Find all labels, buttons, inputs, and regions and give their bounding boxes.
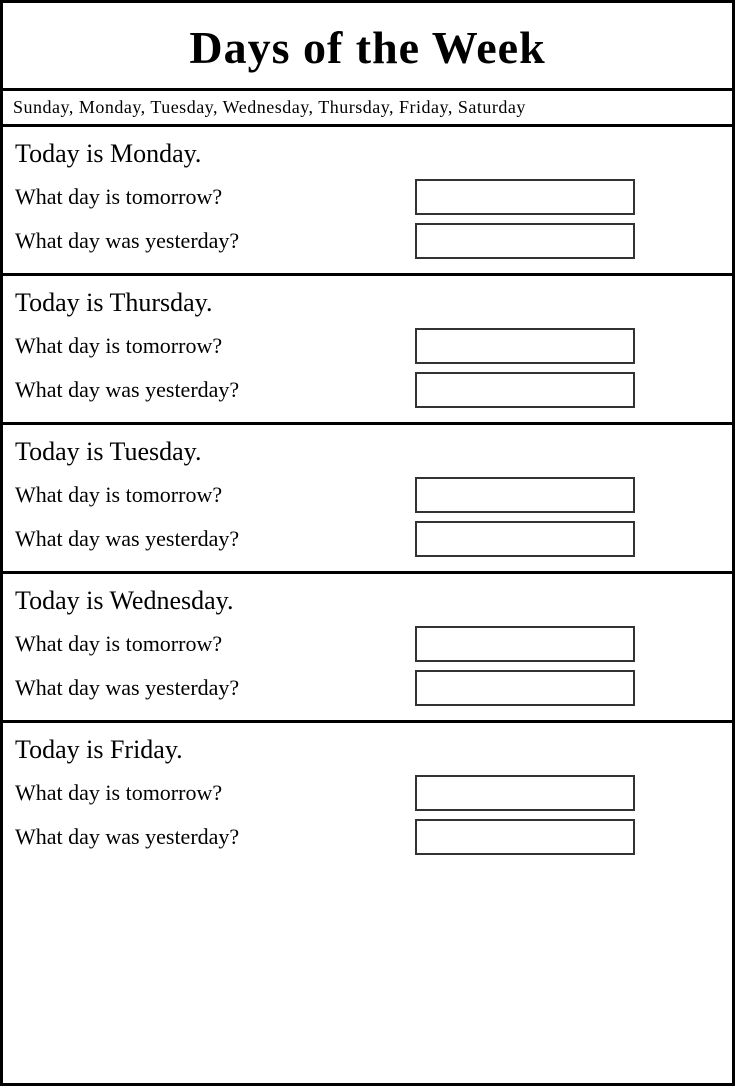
question-tomorrow-3: What day is tomorrow? [15, 631, 415, 657]
today-wednesday: Today is Wednesday. [13, 586, 722, 616]
question-tomorrow-4: What day is tomorrow? [15, 780, 415, 806]
question-yesterday-0: What day was yesterday? [15, 228, 415, 254]
block-tuesday: Today is Tuesday. What day is tomorrow? … [3, 425, 732, 574]
question-row-yesterday-3: What day was yesterday? [13, 670, 722, 706]
answer-box-yesterday-4[interactable] [415, 819, 635, 855]
question-row-yesterday-0: What day was yesterday? [13, 223, 722, 259]
today-friday: Today is Friday. [13, 735, 722, 765]
answer-box-tomorrow-3[interactable] [415, 626, 635, 662]
days-list-section: Sunday, Monday, Tuesday, Wednesday, Thur… [3, 91, 732, 127]
block-friday: Today is Friday. What day is tomorrow? W… [3, 723, 732, 869]
answer-box-tomorrow-1[interactable] [415, 328, 635, 364]
block-wednesday: Today is Wednesday. What day is tomorrow… [3, 574, 732, 723]
question-tomorrow-2: What day is tomorrow? [15, 482, 415, 508]
question-row-tomorrow-1: What day is tomorrow? [13, 328, 722, 364]
question-yesterday-3: What day was yesterday? [15, 675, 415, 701]
question-row-tomorrow-2: What day is tomorrow? [13, 477, 722, 513]
question-row-tomorrow-0: What day is tomorrow? [13, 179, 722, 215]
question-yesterday-2: What day was yesterday? [15, 526, 415, 552]
today-thursday: Today is Thursday. [13, 288, 722, 318]
question-row-tomorrow-4: What day is tomorrow? [13, 775, 722, 811]
question-row-tomorrow-3: What day is tomorrow? [13, 626, 722, 662]
block-monday: Today is Monday. What day is tomorrow? W… [3, 127, 732, 276]
answer-box-yesterday-3[interactable] [415, 670, 635, 706]
page-title: Days of the Week [189, 22, 545, 73]
block-thursday: Today is Thursday. What day is tomorrow?… [3, 276, 732, 425]
question-tomorrow-0: What day is tomorrow? [15, 184, 415, 210]
answer-box-tomorrow-2[interactable] [415, 477, 635, 513]
question-row-yesterday-4: What day was yesterday? [13, 819, 722, 855]
question-yesterday-4: What day was yesterday? [15, 824, 415, 850]
answer-box-tomorrow-0[interactable] [415, 179, 635, 215]
page: Days of the Week Sunday, Monday, Tuesday… [0, 0, 735, 1086]
days-list: Sunday, Monday, Tuesday, Wednesday, Thur… [13, 97, 526, 117]
answer-box-yesterday-2[interactable] [415, 521, 635, 557]
question-row-yesterday-2: What day was yesterday? [13, 521, 722, 557]
answer-box-yesterday-1[interactable] [415, 372, 635, 408]
today-tuesday: Today is Tuesday. [13, 437, 722, 467]
question-tomorrow-1: What day is tomorrow? [15, 333, 415, 359]
answer-box-tomorrow-4[interactable] [415, 775, 635, 811]
today-monday: Today is Monday. [13, 139, 722, 169]
question-row-yesterday-1: What day was yesterday? [13, 372, 722, 408]
question-yesterday-1: What day was yesterday? [15, 377, 415, 403]
answer-box-yesterday-0[interactable] [415, 223, 635, 259]
title-section: Days of the Week [3, 3, 732, 91]
